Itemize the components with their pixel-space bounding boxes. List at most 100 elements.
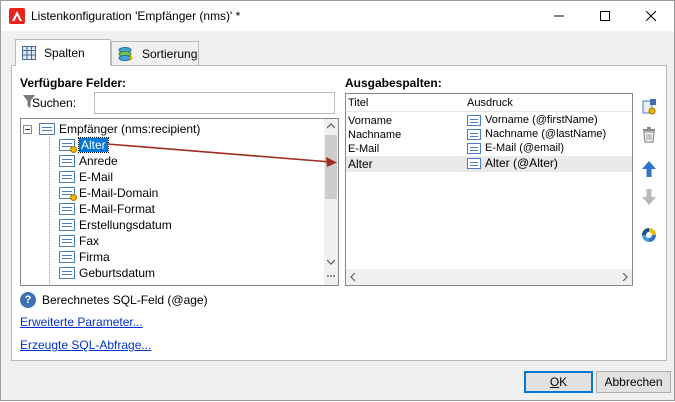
tree-item-label: E-Mail-Format bbox=[79, 202, 156, 216]
tree-item-label: E-Mail-Domain bbox=[79, 186, 159, 200]
tree-root-label: Empfänger (nms:recipient) bbox=[59, 122, 201, 136]
field-icon bbox=[59, 267, 75, 279]
ok-button[interactable]: OK bbox=[524, 371, 593, 393]
calculated-field-info: ? Berechnetes SQL-Feld (@age) bbox=[20, 292, 208, 308]
dialog-window: Listenkonfiguration 'Empfänger (nms)' * … bbox=[0, 0, 675, 401]
delete-column-button[interactable] bbox=[639, 125, 659, 145]
field-icon bbox=[59, 171, 75, 183]
tree-item-label: Erstellungsdatum bbox=[79, 218, 172, 232]
search-input[interactable] bbox=[94, 92, 335, 114]
add-calculated-field-icon bbox=[642, 99, 656, 115]
field-icon bbox=[59, 155, 75, 167]
scroll-corner bbox=[324, 269, 338, 285]
cancel-button[interactable]: Abbrechen bbox=[596, 371, 671, 393]
tab-sortierung-label: Sortierung bbox=[142, 46, 198, 61]
tree-item[interactable]: E-Mail-Domain bbox=[59, 185, 158, 201]
grid-icon bbox=[22, 46, 36, 60]
ok-label-rest: K bbox=[559, 375, 568, 389]
row-title: Alter bbox=[348, 157, 373, 171]
collapse-toggle-icon[interactable] bbox=[23, 124, 32, 134]
field-icon bbox=[59, 203, 75, 215]
tree-item[interactable]: Anrede bbox=[59, 153, 118, 169]
search-label: Suchen: bbox=[32, 96, 77, 110]
field-icon bbox=[59, 251, 75, 263]
add-column-button[interactable] bbox=[639, 97, 659, 117]
scroll-down-icon[interactable] bbox=[327, 259, 335, 265]
output-columns-table[interactable]: Titel Ausdruck Vorname Vorname (@firstNa… bbox=[345, 93, 633, 286]
window-title: Listenkonfiguration 'Empfänger (nms)' * bbox=[31, 9, 241, 23]
scroll-left-icon[interactable] bbox=[350, 273, 356, 281]
pie-chart-icon bbox=[642, 228, 656, 242]
adobe-app-icon bbox=[9, 8, 25, 24]
arrow-down-icon bbox=[642, 189, 656, 205]
more-dots-icon bbox=[327, 275, 335, 277]
column-header-title[interactable]: Titel bbox=[348, 97, 368, 109]
tree-vertical-scrollbar[interactable] bbox=[324, 119, 338, 269]
row-expression: Nachname (@lastName) bbox=[485, 128, 607, 140]
move-up-button[interactable] bbox=[639, 159, 659, 179]
help-icon: ? bbox=[20, 292, 36, 308]
tree-item[interactable]: Firma bbox=[59, 249, 110, 265]
table-header: Titel Ausdruck bbox=[346, 94, 632, 112]
maximize-button[interactable] bbox=[582, 1, 628, 31]
row-title: Nachname bbox=[348, 129, 402, 141]
row-title: E-Mail bbox=[348, 143, 380, 155]
tree-item[interactable]: Geburtsdatum bbox=[59, 265, 155, 281]
table-row[interactable]: Nachname Nachname (@lastName) bbox=[346, 128, 632, 142]
tree-item[interactable]: E-Mail-Format bbox=[59, 201, 155, 217]
close-button[interactable] bbox=[628, 1, 674, 31]
tab-spalten-label: Spalten bbox=[44, 46, 85, 60]
tree-item[interactable]: Alter bbox=[59, 137, 109, 153]
tree-item-label: E-Mail bbox=[79, 170, 114, 184]
field-icon bbox=[467, 114, 481, 126]
table-row[interactable]: E-Mail E-Mail (@email) bbox=[346, 142, 632, 156]
tab-spalten[interactable]: Spalten bbox=[15, 39, 111, 66]
tree-item-label: Fax bbox=[79, 234, 100, 248]
calculated-field-text: Berechnetes SQL-Feld (@age) bbox=[42, 293, 208, 307]
tree-item[interactable]: E-Mail bbox=[59, 169, 113, 185]
tree-root-node[interactable]: Empfänger (nms:recipient) bbox=[23, 121, 200, 137]
available-fields-heading: Verfügbare Felder: bbox=[20, 76, 127, 90]
advanced-parameters-link[interactable]: Erweiterte Parameter... bbox=[20, 315, 143, 329]
table-horizontal-scrollbar[interactable] bbox=[346, 269, 632, 285]
row-expression: Alter (@Alter) bbox=[485, 156, 558, 170]
tree-item-label: Anrede bbox=[79, 154, 118, 168]
trash-icon bbox=[643, 127, 655, 143]
tree-item-label: Firma bbox=[79, 250, 110, 264]
calc-badge-icon bbox=[70, 194, 77, 201]
title-bar[interactable]: Listenkonfiguration 'Empfänger (nms)' * bbox=[1, 1, 674, 31]
generated-sql-link[interactable]: Erzeugte SQL-Abfrage... bbox=[20, 338, 151, 352]
calculated-field-icon bbox=[59, 139, 77, 153]
minimize-button[interactable] bbox=[536, 1, 582, 31]
close-icon bbox=[646, 11, 656, 21]
tree-item[interactable]: Erstellungsdatum bbox=[59, 217, 172, 233]
available-fields-tree[interactable]: Empfänger (nms:recipient) Alter Anrede E… bbox=[20, 118, 339, 286]
scroll-right-icon[interactable] bbox=[622, 273, 628, 281]
ok-label-mnemonic: O bbox=[549, 375, 560, 389]
maximize-icon bbox=[600, 11, 610, 21]
sort-stack-icon bbox=[118, 46, 133, 61]
minimize-icon bbox=[554, 15, 564, 17]
calc-badge-icon bbox=[70, 146, 77, 153]
output-columns-heading: Ausgabespalten: bbox=[345, 76, 442, 90]
row-expression: E-Mail (@email) bbox=[485, 142, 565, 154]
table-row-selected[interactable]: Alter Alter (@Alter) bbox=[346, 156, 632, 172]
scroll-up-icon[interactable] bbox=[327, 123, 335, 129]
table-icon bbox=[39, 123, 55, 135]
field-icon bbox=[467, 157, 481, 169]
column-header-expression[interactable]: Ausdruck bbox=[467, 97, 513, 109]
tree-item-label: Alter bbox=[78, 137, 109, 153]
move-down-button[interactable] bbox=[639, 187, 659, 207]
row-expression: Vorname (@firstName) bbox=[485, 114, 598, 126]
arrow-up-icon bbox=[642, 161, 656, 177]
tree-item[interactable]: Fax bbox=[59, 233, 99, 249]
distribution-button[interactable] bbox=[639, 225, 659, 245]
calculated-field-icon bbox=[59, 187, 77, 201]
row-title: Vorname bbox=[348, 115, 393, 127]
field-icon bbox=[467, 142, 481, 154]
field-icon bbox=[59, 235, 75, 247]
scroll-thumb[interactable] bbox=[325, 135, 337, 199]
tab-sortierung[interactable]: Sortierung bbox=[111, 41, 199, 65]
table-row[interactable]: Vorname Vorname (@firstName) bbox=[346, 114, 632, 128]
tree-guide-line bbox=[49, 137, 50, 285]
